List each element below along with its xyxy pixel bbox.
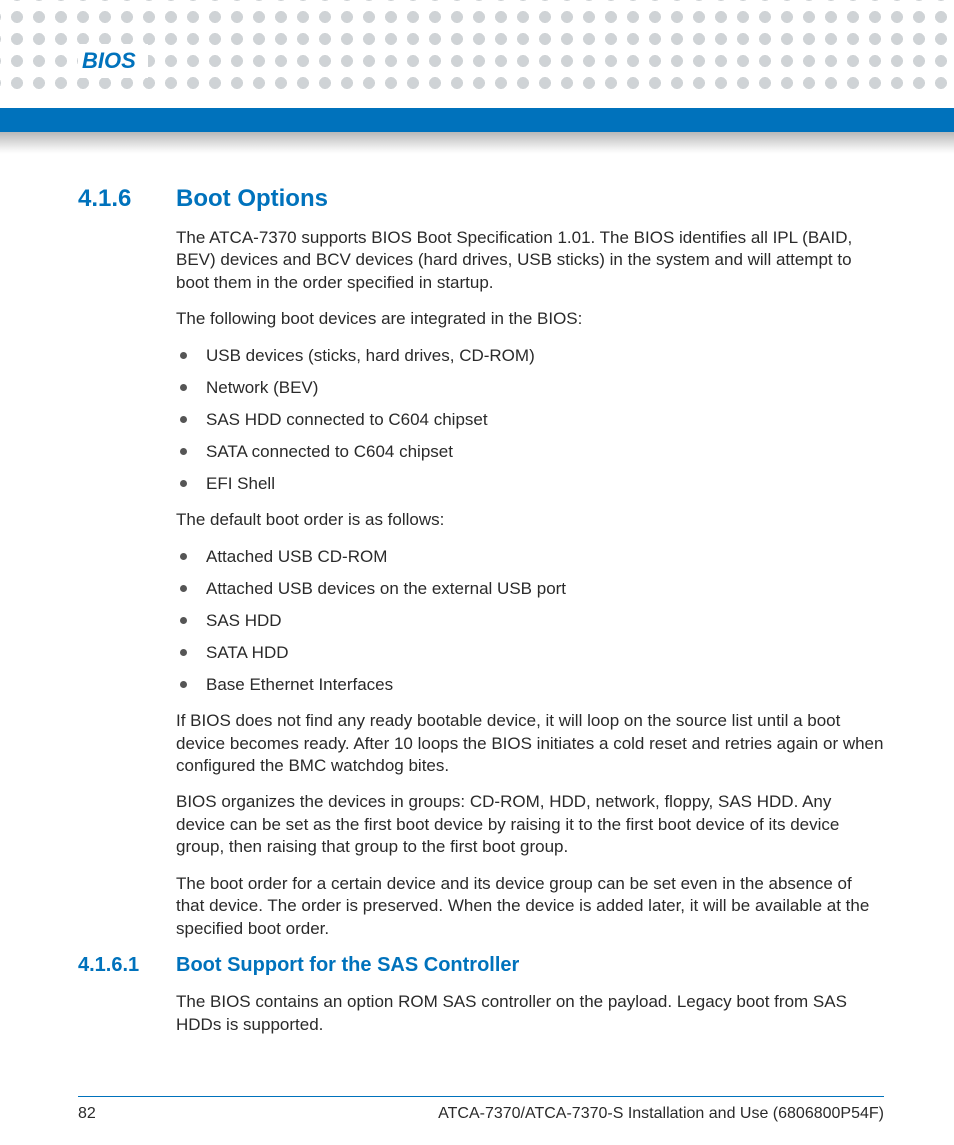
paragraph: The ATCA-7370 supports BIOS Boot Specifi… — [176, 227, 884, 294]
header-shadow-bar — [0, 132, 954, 154]
section-body: The ATCA-7370 supports BIOS Boot Specifi… — [176, 227, 884, 940]
paragraph: The boot order for a certain device and … — [176, 873, 884, 940]
bullet-list-boot-devices: USB devices (sticks, hard drives, CD-ROM… — [176, 345, 884, 495]
page-number: 82 — [78, 1105, 96, 1123]
list-item: Base Ethernet Interfaces — [176, 674, 884, 696]
paragraph: The default boot order is as follows: — [176, 509, 884, 531]
subsection-body: The BIOS contains an option ROM SAS cont… — [176, 991, 884, 1036]
list-item: Network (BEV) — [176, 377, 884, 399]
list-item: SATA connected to C604 chipset — [176, 441, 884, 463]
list-item: SAS HDD connected to C604 chipset — [176, 409, 884, 431]
list-item: SAS HDD — [176, 610, 884, 632]
paragraph: The BIOS contains an option ROM SAS cont… — [176, 991, 884, 1036]
paragraph: BIOS organizes the devices in groups: CD… — [176, 791, 884, 858]
paragraph: The following boot devices are integrate… — [176, 308, 884, 330]
header-chapter-label: BIOS — [78, 44, 148, 78]
header-blue-bar — [0, 108, 954, 132]
list-item: Attached USB CD-ROM — [176, 546, 884, 568]
subsection-number: 4.1.6.1 — [78, 954, 176, 977]
list-item: SATA HDD — [176, 642, 884, 664]
document-reference: ATCA-7370/ATCA-7370-S Installation and U… — [438, 1105, 884, 1123]
list-item: Attached USB devices on the external USB… — [176, 578, 884, 600]
list-item: EFI Shell — [176, 473, 884, 495]
section-heading: 4.1.6 Boot Options — [78, 185, 884, 213]
paragraph: If BIOS does not find any ready bootable… — [176, 710, 884, 777]
page-footer: 82 ATCA-7370/ATCA-7370-S Installation an… — [78, 1096, 884, 1123]
subsection-title: Boot Support for the SAS Controller — [176, 954, 519, 977]
list-item: USB devices (sticks, hard drives, CD-ROM… — [176, 345, 884, 367]
section-title: Boot Options — [176, 185, 328, 213]
page-content: 4.1.6 Boot Options The ATCA-7370 support… — [78, 185, 884, 1050]
section-number: 4.1.6 — [78, 185, 176, 213]
bullet-list-boot-order: Attached USB CD-ROM Attached USB devices… — [176, 546, 884, 696]
subsection-heading: 4.1.6.1 Boot Support for the SAS Control… — [78, 954, 884, 977]
